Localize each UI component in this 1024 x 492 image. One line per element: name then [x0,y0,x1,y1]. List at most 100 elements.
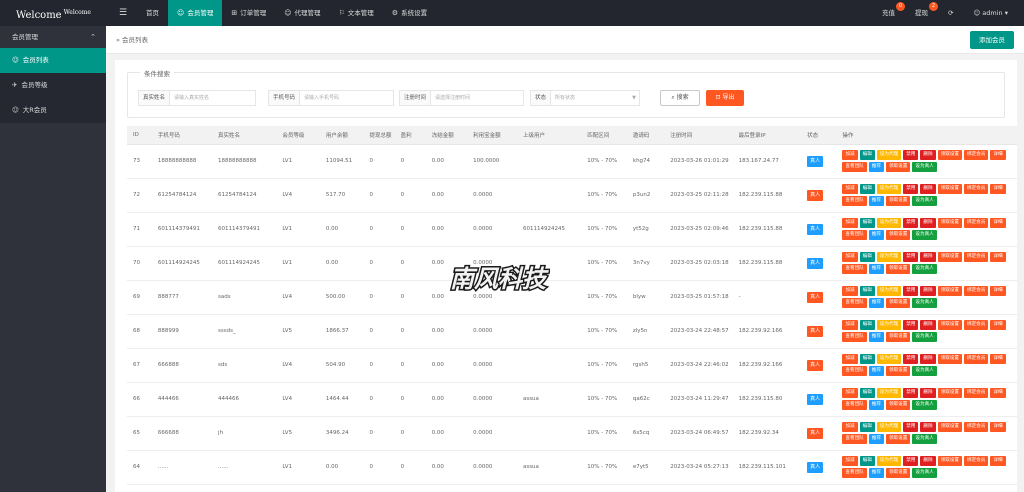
row-action-button[interactable]: 禁用 [903,456,919,466]
register-time-input[interactable]: 请选择注册时间 [431,91,523,105]
export-button[interactable]: ⊡ 导出 [706,90,744,106]
row-action-button[interactable]: 加减 [842,252,858,262]
row-action-button[interactable]: 绑定会员 [963,150,989,160]
row-action-button[interactable]: 设为代理 [876,184,902,194]
nav-item-5[interactable]: ⚙ 系统设置 [383,0,436,26]
row-action-button[interactable]: 删除 [920,456,936,466]
row-action-button[interactable]: 领取设置 [937,252,962,262]
row-action-button[interactable]: 推荐 [868,162,884,172]
sidebar-item-0[interactable]: ☺ 会员列表 [0,48,106,73]
row-action-button[interactable]: 详细 [990,456,1006,466]
row-action-button[interactable]: 绑定会员 [963,184,989,194]
row-action-button[interactable]: 编辑 [859,218,875,228]
menu-toggle-icon[interactable]: ☰ [116,0,130,26]
row-action-button[interactable]: 详细 [990,150,1006,160]
row-action-button[interactable]: 绑定会员 [963,422,989,432]
row-action-button[interactable]: 领取设置 [937,320,962,330]
row-action-button[interactable]: 删除 [920,286,936,296]
row-action-button[interactable]: 查看团队 [842,230,867,240]
row-action-button[interactable]: 删除 [920,422,936,432]
row-action-button[interactable]: 加减 [842,184,858,194]
row-action-button[interactable]: 详细 [990,320,1006,330]
row-action-button[interactable]: 删除 [920,252,936,262]
row-action-button[interactable]: 绑定会员 [963,286,989,296]
row-action-button[interactable]: 设为代理 [876,388,902,398]
row-action-button[interactable]: 绑定会员 [963,218,989,228]
status-select[interactable]: 状态 所有状态 ▼ [530,90,640,106]
nav-item-1[interactable]: ☺ 会员管理 [168,0,223,26]
row-action-button[interactable]: 查看团队 [842,434,867,444]
row-action-button[interactable]: 编辑 [859,150,875,160]
status-badge[interactable]: 真人 [807,325,824,337]
row-action-button[interactable]: 设为真人 [912,468,937,478]
row-action-button[interactable]: 设为代理 [876,320,902,330]
row-action-button[interactable]: 设为真人 [912,298,937,308]
row-action-button[interactable]: 删除 [920,354,936,364]
row-action-button[interactable]: 查看团队 [842,400,867,410]
nav-item-0[interactable]: 首页 [137,0,168,26]
row-action-button[interactable]: 领取设置 [937,184,962,194]
row-action-button[interactable]: 设为代理 [876,286,902,296]
withdraw-link[interactable]: 提现 2 [905,0,938,26]
row-action-button[interactable]: 领取设置 [937,218,962,228]
row-action-button[interactable]: 加减 [842,150,858,160]
row-action-button[interactable]: 设为代理 [876,252,902,262]
row-action-button[interactable]: 禁用 [903,422,919,432]
row-action-button[interactable]: 推荐 [868,468,884,478]
row-action-button[interactable]: 禁用 [903,150,919,160]
row-action-button[interactable]: 绑定会员 [963,456,989,466]
row-action-button[interactable]: 删除 [920,150,936,160]
row-action-button[interactable]: 禁用 [903,286,919,296]
status-badge[interactable]: 真人 [807,257,824,269]
row-action-button[interactable]: 设为代理 [876,456,902,466]
status-badge[interactable]: 真人 [807,427,824,439]
row-action-button[interactable]: 推荐 [868,264,884,274]
row-action-button[interactable]: 领取设置 [885,230,911,240]
row-action-button[interactable]: 领取设置 [885,468,911,478]
status-badge[interactable]: 真人 [807,223,824,235]
status-badge[interactable]: 真人 [807,291,824,303]
row-action-button[interactable]: 加减 [842,422,858,432]
search-button[interactable]: ⌕ 搜索 [660,90,700,106]
row-action-button[interactable]: 设为真人 [912,366,937,376]
row-action-button[interactable]: 推荐 [868,332,884,342]
row-action-button[interactable]: 加减 [842,320,858,330]
row-action-button[interactable]: 详细 [990,184,1006,194]
user-menu[interactable]: ☺ admin ▾ [963,0,1018,26]
row-action-button[interactable]: 领取设置 [937,150,962,160]
row-action-button[interactable]: 领取设置 [885,196,911,206]
row-action-button[interactable]: 推荐 [868,298,884,308]
row-action-button[interactable]: 详细 [990,422,1006,432]
row-action-button[interactable]: 删除 [920,320,936,330]
row-action-button[interactable]: 编辑 [859,456,875,466]
row-action-button[interactable]: 设为代理 [876,218,902,228]
row-action-button[interactable]: 查看团队 [842,162,867,172]
row-action-button[interactable]: 删除 [920,218,936,228]
status-badge[interactable]: 真人 [807,461,824,473]
row-action-button[interactable]: 领取设置 [885,298,911,308]
status-badge[interactable]: 真人 [807,393,824,405]
row-action-button[interactable]: 设为代理 [876,354,902,364]
row-action-button[interactable]: 编辑 [859,252,875,262]
row-action-button[interactable]: 领取设置 [937,456,962,466]
row-action-button[interactable]: 设为真人 [912,162,937,172]
refresh-icon[interactable]: ⟳ [938,0,963,26]
row-action-button[interactable]: 查看团队 [842,196,867,206]
row-action-button[interactable]: 编辑 [859,184,875,194]
row-action-button[interactable]: 禁用 [903,218,919,228]
row-action-button[interactable]: 查看团队 [842,468,867,478]
row-action-button[interactable]: 推荐 [868,434,884,444]
row-action-button[interactable]: 删除 [920,388,936,398]
row-action-button[interactable]: 设为代理 [876,422,902,432]
row-action-button[interactable]: 推荐 [868,366,884,376]
row-action-button[interactable]: 详细 [990,388,1006,398]
add-member-button[interactable]: 添加会员 [970,31,1014,49]
row-action-button[interactable]: 编辑 [859,354,875,364]
row-action-button[interactable]: 领取设置 [937,354,962,364]
row-action-button[interactable]: 推荐 [868,196,884,206]
row-action-button[interactable]: 设为真人 [912,264,937,274]
status-badge[interactable]: 真人 [807,155,824,167]
row-action-button[interactable]: 绑定会员 [963,320,989,330]
phone-input[interactable]: 请输入手机号码 [300,91,393,105]
row-action-button[interactable]: 设为真人 [912,196,937,206]
